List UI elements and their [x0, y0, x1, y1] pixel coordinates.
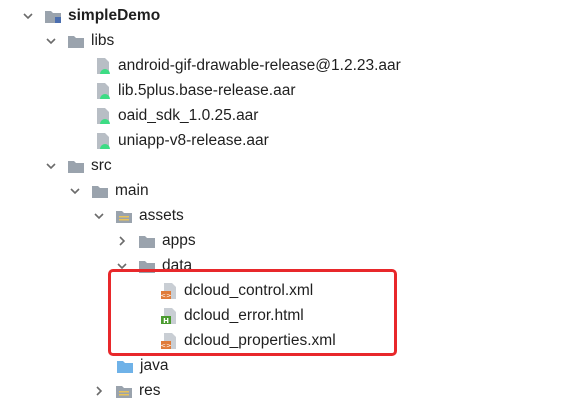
folder-label-assets: assets — [139, 206, 184, 224]
tree-row-apps[interactable]: apps — [0, 228, 581, 253]
source-folder-icon — [116, 357, 134, 375]
chevron-down-icon[interactable] — [69, 185, 81, 197]
folder-label-libs: libs — [91, 31, 115, 49]
folder-label-java: java — [140, 356, 169, 374]
chevron-right-icon[interactable] — [116, 235, 128, 247]
tree-row-java[interactable]: java — [0, 353, 581, 378]
tree-row-file[interactable]: uniapp-v8-release.aar — [0, 128, 581, 153]
tree-row-main[interactable]: main — [0, 178, 581, 203]
file-label: lib.5plus.base-release.aar — [118, 81, 296, 99]
tree-row-file[interactable]: android-gif-drawable-release@1.2.23.aar — [0, 53, 581, 78]
file-label: uniapp-v8-release.aar — [118, 131, 269, 149]
highlight-box — [108, 269, 397, 356]
folder-label-main: main — [115, 181, 149, 199]
chevron-down-icon[interactable] — [45, 160, 57, 172]
tree-row-file[interactable]: lib.5plus.base-release.aar — [0, 78, 581, 103]
aar-file-icon — [94, 107, 112, 125]
folder-label-res: res — [139, 381, 161, 399]
resources-folder-icon — [115, 382, 133, 400]
tree-row-module[interactable]: simpleDemo — [0, 3, 581, 28]
aar-file-icon — [94, 82, 112, 100]
tree-row-res[interactable]: res — [0, 378, 581, 403]
folder-icon — [91, 182, 109, 200]
file-label: android-gif-drawable-release@1.2.23.aar — [118, 56, 401, 74]
chevron-down-icon[interactable] — [45, 35, 57, 47]
assets-folder-icon — [115, 207, 133, 225]
tree-row-libs[interactable]: libs — [0, 28, 581, 53]
aar-file-icon — [94, 132, 112, 150]
tree-row-src[interactable]: src — [0, 153, 581, 178]
file-label: oaid_sdk_1.0.25.aar — [118, 106, 259, 124]
chevron-right-icon[interactable] — [93, 385, 105, 397]
aar-file-icon — [94, 57, 112, 75]
folder-icon — [67, 32, 85, 50]
chevron-down-icon[interactable] — [22, 10, 34, 22]
folder-icon — [67, 157, 85, 175]
folder-icon — [138, 232, 156, 250]
module-folder-icon — [44, 7, 62, 25]
module-label: simpleDemo — [68, 6, 161, 24]
chevron-down-icon[interactable] — [93, 210, 105, 222]
tree-row-assets[interactable]: assets — [0, 203, 581, 228]
folder-label-src: src — [91, 156, 112, 174]
folder-label-apps: apps — [162, 231, 196, 249]
tree-row-file[interactable]: oaid_sdk_1.0.25.aar — [0, 103, 581, 128]
